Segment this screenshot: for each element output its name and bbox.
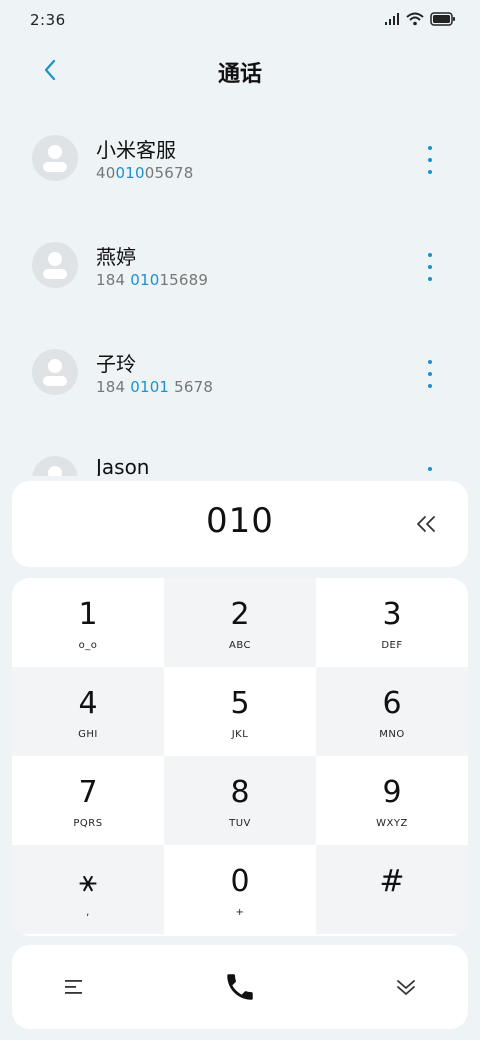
battery-icon: [430, 12, 455, 26]
voicemail-icon: o_o: [78, 640, 98, 651]
key-6[interactable]: 6 MNO: [316, 667, 468, 756]
key-7[interactable]: 7 PQRS: [12, 756, 164, 845]
key-2[interactable]: 2 ABC: [164, 578, 316, 667]
more-options-button[interactable]: [420, 253, 440, 281]
avatar: [32, 135, 78, 181]
contact-row[interactable]: Jason: [0, 431, 480, 476]
contact-name: 子玲: [96, 352, 136, 376]
menu-icon: [65, 980, 82, 994]
page-title: 通话: [217, 62, 262, 87]
phone-icon: [227, 974, 253, 1000]
status-time: 2:36: [30, 11, 66, 29]
contact-number: 184 0101 5678: [96, 378, 214, 396]
call-button[interactable]: [220, 967, 260, 1007]
avatar: [32, 456, 78, 476]
key-4[interactable]: 4 GHI: [12, 667, 164, 756]
collapse-keypad-button[interactable]: [392, 971, 420, 1003]
contact-number: 4001005678: [96, 164, 194, 182]
key-3[interactable]: 3 DEF: [316, 578, 468, 667]
more-options-button[interactable]: [420, 360, 440, 388]
contact-name: 小米客服: [96, 138, 176, 162]
double-chevron-down-icon: [397, 980, 415, 995]
more-options-button[interactable]: [420, 467, 440, 476]
number-display: 010: [12, 481, 468, 567]
status-icons: [384, 12, 456, 26]
header: 通话: [0, 44, 480, 100]
avatar: [32, 242, 78, 288]
delete-button[interactable]: [408, 507, 444, 541]
key-star[interactable]: ⚹ ,: [12, 845, 164, 934]
avatar: [32, 349, 78, 395]
key-hash[interactable]: #: [316, 845, 468, 934]
contact-name: 燕婷: [96, 245, 136, 269]
contact-row[interactable]: 燕婷 184 01015689: [0, 217, 480, 307]
backspace-double-chevron-icon: [417, 516, 435, 532]
contact-row[interactable]: 小米客服 4001005678: [0, 110, 480, 200]
key-1[interactable]: 1 o_o: [12, 578, 164, 667]
dialer-action-bar: [12, 945, 468, 1029]
contact-row[interactable]: 子玲 184 0101 5678: [0, 324, 480, 414]
contact-suggestion-list: 小米客服 4001005678 燕婷 184 01015689 子玲 184 0…: [0, 110, 480, 476]
dial-keypad: 1 o_o 2 ABC 3 DEF 4 GHI 5 JKL 6 MNO 7 PQ…: [12, 578, 468, 936]
contact-name: Jason: [96, 455, 150, 476]
key-0[interactable]: 0 +: [164, 845, 316, 934]
wifi-icon: [406, 12, 424, 26]
contact-number: 184 01015689: [96, 271, 209, 289]
signal-icon: [385, 13, 399, 25]
key-8[interactable]: 8 TUV: [164, 756, 316, 845]
key-9[interactable]: 9 WXYZ: [316, 756, 468, 845]
status-bar: 2:36: [0, 0, 480, 40]
menu-button[interactable]: [60, 971, 88, 1003]
more-options-button[interactable]: [420, 146, 440, 174]
key-5[interactable]: 5 JKL: [164, 667, 316, 756]
entered-number: 010: [206, 501, 274, 541]
